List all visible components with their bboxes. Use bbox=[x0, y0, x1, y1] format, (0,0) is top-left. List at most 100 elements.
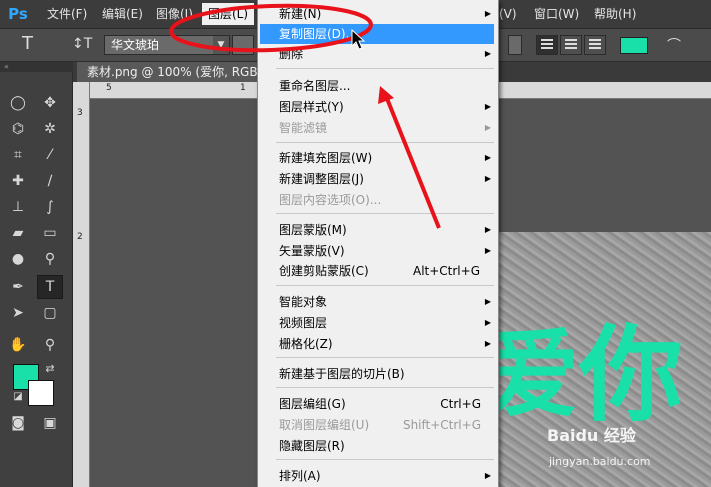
submenu-arrow-icon: ▶ bbox=[484, 339, 491, 348]
align-right-button[interactable] bbox=[584, 35, 606, 55]
menu-window[interactable]: 窗口(W) bbox=[534, 7, 579, 21]
menu-item-new-fill-layer[interactable]: 新建填充图层(W) ▶ bbox=[258, 148, 498, 168]
canvas-text-glyph: 你 bbox=[579, 314, 684, 436]
menu-separator bbox=[276, 285, 494, 286]
menu-item-rasterize[interactable]: 栅格化(Z) ▶ bbox=[258, 334, 498, 354]
healing-brush-icon[interactable]: ✚ bbox=[6, 170, 30, 192]
menu-item-smart-object[interactable]: 智能对象 ▶ bbox=[258, 292, 498, 312]
menu-item-new-layer-based-slice[interactable]: 新建基于图层的切片(B) bbox=[258, 364, 498, 384]
submenu-arrow-icon: ▶ bbox=[484, 174, 491, 183]
pen-tool-icon[interactable]: ✒ bbox=[6, 276, 30, 298]
font-family-select[interactable]: 华文琥珀 ▼ bbox=[104, 35, 230, 55]
path-selection-icon[interactable]: ➤ bbox=[6, 302, 30, 324]
menu-separator bbox=[276, 387, 494, 388]
submenu-arrow-icon: ▶ bbox=[484, 318, 491, 327]
align-center-button[interactable] bbox=[560, 35, 582, 55]
menu-separator bbox=[276, 213, 494, 214]
elliptical-marquee-icon[interactable]: ◯ bbox=[6, 92, 30, 114]
polygonal-lasso-icon[interactable]: ⌬ bbox=[6, 118, 30, 140]
menu-item-layer-style[interactable]: 图层样式(Y) ▶ bbox=[258, 97, 498, 117]
font-family-value: 华文琥珀 bbox=[111, 38, 160, 52]
shortcut-label: Ctrl+G bbox=[440, 397, 481, 411]
document-tab[interactable]: 素材.png @ 100% (爱你, RGB/8) bbox=[77, 62, 284, 82]
history-brush-icon[interactable]: ∫ bbox=[38, 196, 62, 218]
align-left-button[interactable] bbox=[536, 35, 558, 55]
move-tool-icon[interactable]: ✥ bbox=[38, 92, 62, 114]
submenu-arrow-icon: ▶ bbox=[484, 297, 491, 306]
screen-mode-icon[interactable]: ▣ bbox=[38, 412, 62, 434]
menu-item-video-layers[interactable]: 视频图层 ▶ bbox=[258, 313, 498, 333]
menu-separator bbox=[276, 68, 494, 69]
text-color-swatch[interactable] bbox=[620, 37, 648, 54]
ruler-label: 2 bbox=[77, 232, 83, 242]
toggle-orientation-icon[interactable]: ↕T bbox=[72, 36, 92, 52]
font-style-select[interactable] bbox=[232, 35, 254, 55]
ruler-label: 5 bbox=[106, 83, 112, 93]
menu-edit[interactable]: 编辑(E) bbox=[102, 7, 143, 21]
brush-tool-icon[interactable]: ∕ bbox=[38, 170, 62, 192]
menu-layer[interactable]: 图层(L) bbox=[202, 3, 255, 25]
tools-panel: « ◯ ✥ ⌬ ✲ ⌗ ⁄ ✚ ∕ ⊥ ∫ ▰ ▭ ● ⚲ ✒ T ➤ ▢ ✋ … bbox=[0, 62, 76, 487]
warp-text-icon[interactable]: ⌒ bbox=[664, 35, 684, 54]
ruler-label: 1 bbox=[240, 83, 246, 93]
submenu-arrow-icon: ▶ bbox=[484, 123, 491, 132]
type-tool-icon[interactable]: T bbox=[37, 275, 63, 299]
gradient-tool-icon[interactable]: ▭ bbox=[38, 222, 62, 244]
shortcut-label: Shift+Ctrl+G bbox=[402, 418, 481, 432]
menu-item-new[interactable]: 新建(N) ▶ bbox=[258, 4, 498, 24]
menu-separator bbox=[276, 459, 494, 460]
submenu-arrow-icon: ▶ bbox=[484, 246, 491, 255]
clone-stamp-icon[interactable]: ⊥ bbox=[6, 196, 30, 218]
crop-tool-icon[interactable]: ⌗ bbox=[6, 144, 30, 166]
menu-item-smart-filter: 智能滤镜 ▶ bbox=[258, 118, 498, 138]
eraser-tool-icon[interactable]: ▰ bbox=[6, 222, 30, 244]
menu-help[interactable]: 帮助(H) bbox=[594, 7, 636, 21]
canvas-image[interactable]: 爱 你 Baidu 经验 jingyan.baidu.com bbox=[483, 232, 711, 487]
menu-file[interactable]: 文件(F) bbox=[47, 7, 87, 21]
submenu-arrow-icon: ▶ bbox=[484, 9, 491, 18]
blur-tool-icon[interactable]: ● bbox=[6, 248, 30, 270]
watermark-logo: Baidu 经验 bbox=[547, 426, 636, 445]
menu-item-layer-mask[interactable]: 图层蒙版(M) ▶ bbox=[258, 220, 498, 240]
menu-item-hide-layers[interactable]: 隐藏图层(R) bbox=[258, 436, 498, 456]
default-colors-icon[interactable]: ◪ bbox=[6, 386, 30, 408]
eyedropper-icon[interactable]: ⁄ bbox=[38, 144, 62, 166]
hand-tool-icon[interactable]: ✋ bbox=[6, 334, 30, 356]
menu-separator bbox=[276, 357, 494, 358]
submenu-arrow-icon: ▶ bbox=[484, 471, 491, 480]
magic-wand-icon[interactable]: ✲ bbox=[38, 118, 62, 140]
menu-item-layer-content-options: 图层内容选项(O)... bbox=[279, 193, 382, 207]
menu-item-group-layers[interactable]: 图层编组(G) Ctrl+G bbox=[258, 394, 498, 414]
rectangle-tool-icon[interactable]: ▢ bbox=[38, 302, 62, 324]
menu-item-rename-layer[interactable]: 重命名图层... bbox=[258, 76, 498, 96]
ruler-label: 3 bbox=[77, 108, 83, 118]
menu-item-create-clipping-mask[interactable]: 创建剪贴蒙版(C) Alt+Ctrl+G bbox=[258, 261, 498, 281]
menu-item-ungroup-layers: 取消图层编组(U) Shift+Ctrl+G bbox=[258, 415, 498, 435]
menu-item-arrange[interactable]: 排列(A) ▶ bbox=[258, 466, 498, 486]
photoshop-logo: Ps bbox=[8, 5, 28, 23]
submenu-arrow-icon: ▶ bbox=[484, 49, 491, 58]
menu-image[interactable]: 图像(I) bbox=[156, 7, 192, 21]
menu-item-new-adjustment-layer[interactable]: 新建调整图层(J) ▶ bbox=[258, 169, 498, 189]
panel-collapse-icon[interactable]: « bbox=[0, 62, 76, 72]
submenu-arrow-icon: ▶ bbox=[484, 102, 491, 111]
shortcut-label: Alt+Ctrl+G bbox=[412, 264, 480, 278]
chevron-down-icon[interactable]: ▼ bbox=[213, 36, 229, 54]
font-size-dropdown[interactable] bbox=[508, 35, 522, 55]
menu-item-duplicate-layer[interactable]: 复制图层(D)... bbox=[260, 24, 494, 44]
menu-view[interactable]: (V) bbox=[499, 7, 517, 21]
zoom-tool-icon[interactable]: ⚲ bbox=[38, 334, 62, 356]
menu-item-vector-mask[interactable]: 矢量蒙版(V) ▶ bbox=[258, 241, 498, 261]
menu-item-delete[interactable]: 删除 ▶ bbox=[258, 44, 498, 64]
dodge-tool-icon[interactable]: ⚲ bbox=[38, 248, 62, 270]
vertical-ruler: 3 2 bbox=[73, 82, 90, 487]
background-color-swatch[interactable] bbox=[28, 380, 54, 406]
menu-separator bbox=[276, 142, 494, 143]
submenu-arrow-icon: ▶ bbox=[484, 225, 491, 234]
type-tool-preset-icon[interactable]: T bbox=[22, 33, 33, 54]
swap-colors-icon[interactable]: ⇄ bbox=[38, 358, 62, 380]
layer-menu-dropdown: 新建(N) ▶ 复制图层(D)... 删除 ▶ 重命名图层... 图层样式(Y) ▶ … bbox=[257, 0, 499, 487]
submenu-arrow-icon: ▶ bbox=[484, 153, 491, 162]
quick-mask-icon[interactable]: ◙ bbox=[6, 412, 30, 434]
watermark-url: jingyan.baidu.com bbox=[549, 455, 651, 468]
